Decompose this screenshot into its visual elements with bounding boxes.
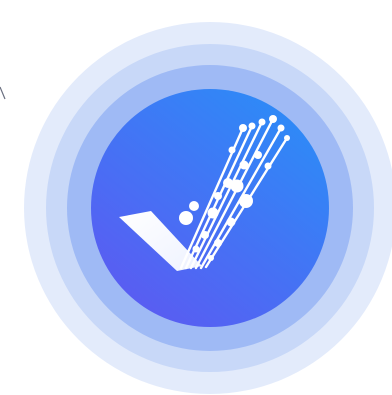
core-circle [91, 89, 329, 327]
logo-svg [24, 22, 392, 394]
stray-mark-icon [0, 86, 6, 100]
logo-graphic [0, 0, 392, 395]
